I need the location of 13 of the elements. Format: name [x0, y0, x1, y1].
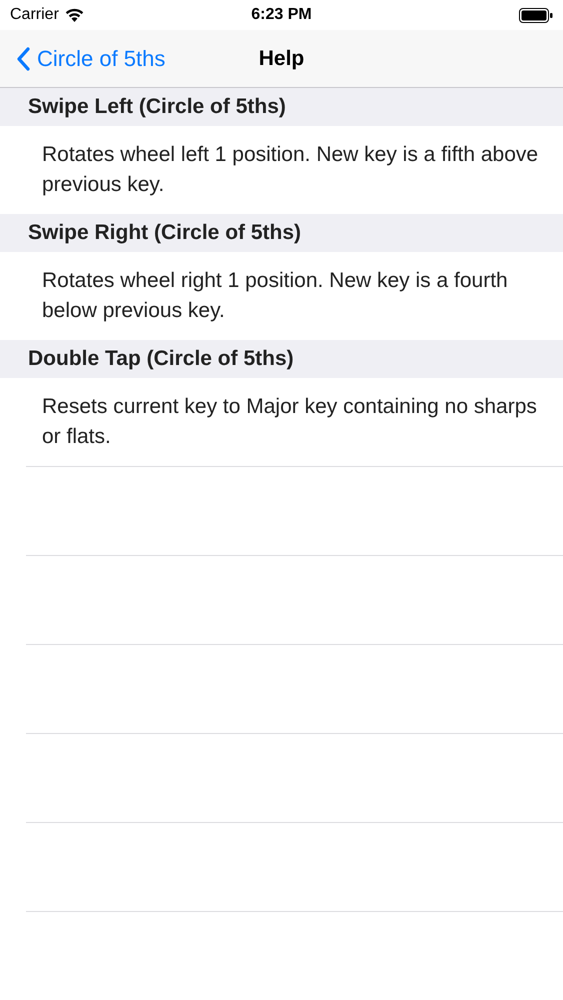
help-text: Rotates wheel right 1 position. New key is a fourth below previous key. — [42, 268, 509, 324]
help-text: Rotates wheel left 1 position. New key is a fifth above previous key. — [42, 142, 540, 198]
section-header: Double Tap (Circle of 5ths) — [0, 340, 563, 378]
clock-time: 6:23 PM — [251, 6, 312, 23]
back-button[interactable]: Circle of 5ths — [16, 46, 166, 72]
section-header: Swipe Left (Circle of 5ths) — [0, 88, 563, 126]
carrier-label: Carrier — [10, 6, 59, 24]
battery-icon — [519, 8, 553, 22]
help-text: Resets current key to Major key containing no sharps or flats. — [42, 394, 538, 450]
chevron-left-icon — [16, 46, 30, 70]
screen-title: Help — [258, 46, 304, 70]
section-header: Swipe Right (Circle of 5ths) — [0, 214, 563, 252]
wifi-icon — [64, 8, 84, 22]
